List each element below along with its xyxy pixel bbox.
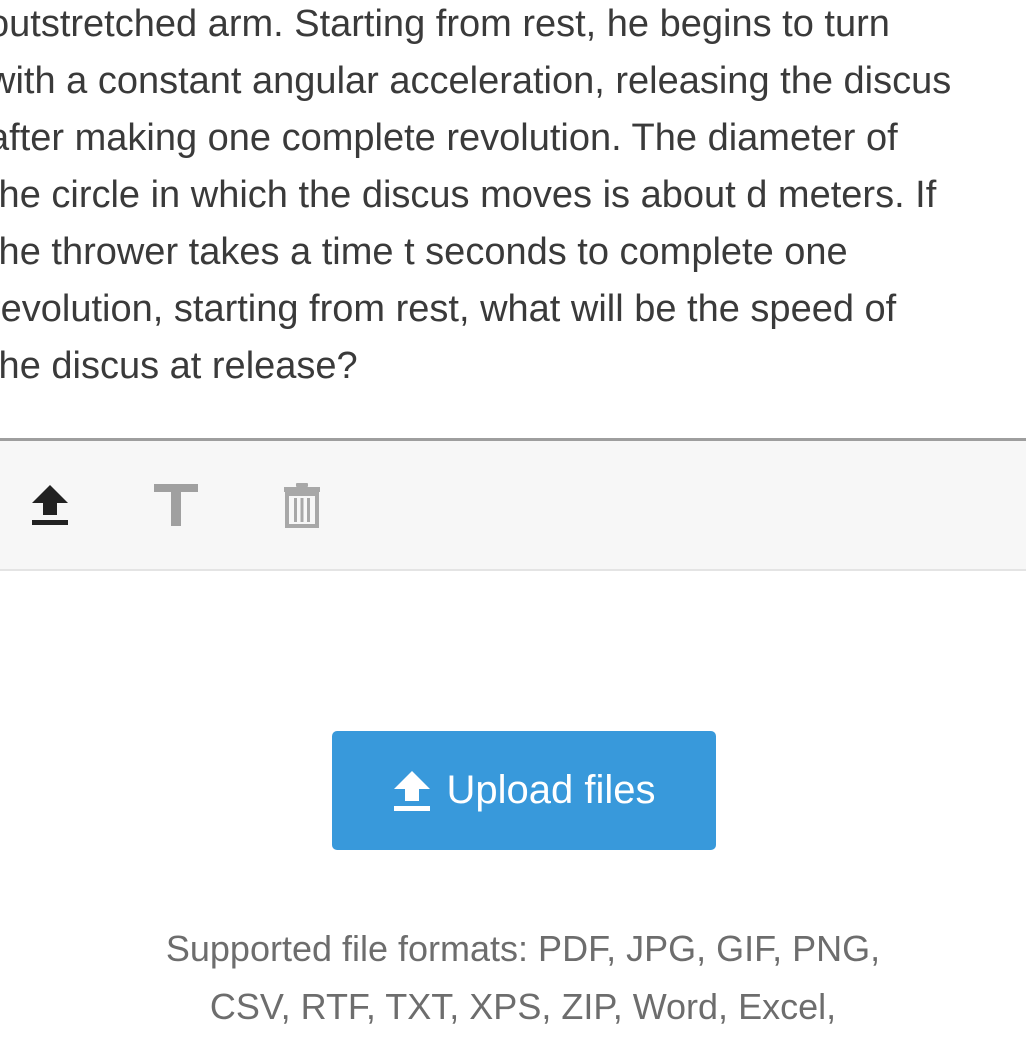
answer-toolbar [0, 441, 1026, 571]
question-line: with a constant angular acceleration, re… [0, 60, 952, 102]
question-line: after making one complete revolution. Th… [0, 117, 898, 159]
upload-icon [394, 770, 431, 811]
trash-icon [284, 483, 320, 528]
question-line: the discus at release? [0, 345, 358, 387]
question-line: revolution, starting from rest, what wil… [0, 288, 897, 330]
supported-formats-text: Supported file formats: PDF, JPG, GIF, P… [0, 920, 1026, 1051]
upload-icon [32, 485, 68, 525]
upload-tool-button[interactable] [26, 481, 74, 529]
formats-line: CSV, RTF, TXT, XPS, ZIP, Word, Excel, [209, 986, 837, 1027]
upload-files-button[interactable]: Upload files [332, 731, 716, 850]
answer-page: outstretched arm. Starting from rest, he… [0, 0, 1026, 1051]
formats-line: Powerpoint, Publisher, Open Office, Vide… [0, 1036, 1026, 1051]
upload-files-label: Upload files [446, 768, 656, 812]
question-line: the thrower takes a time t seconds to co… [0, 231, 848, 273]
question-line: the circle in which the discus moves is … [0, 174, 937, 216]
formats-line: Supported file formats: PDF, JPG, GIF, P… [165, 928, 881, 969]
text-tool-button[interactable] [152, 481, 200, 529]
text-icon [154, 484, 198, 526]
trash-tool-button[interactable] [278, 481, 326, 529]
question-line: outstretched arm. Starting from rest, he… [0, 3, 890, 45]
upload-area: Upload files Supported file formats: PDF… [0, 571, 1026, 1051]
question-text: outstretched arm. Starting from rest, he… [0, 0, 1026, 395]
